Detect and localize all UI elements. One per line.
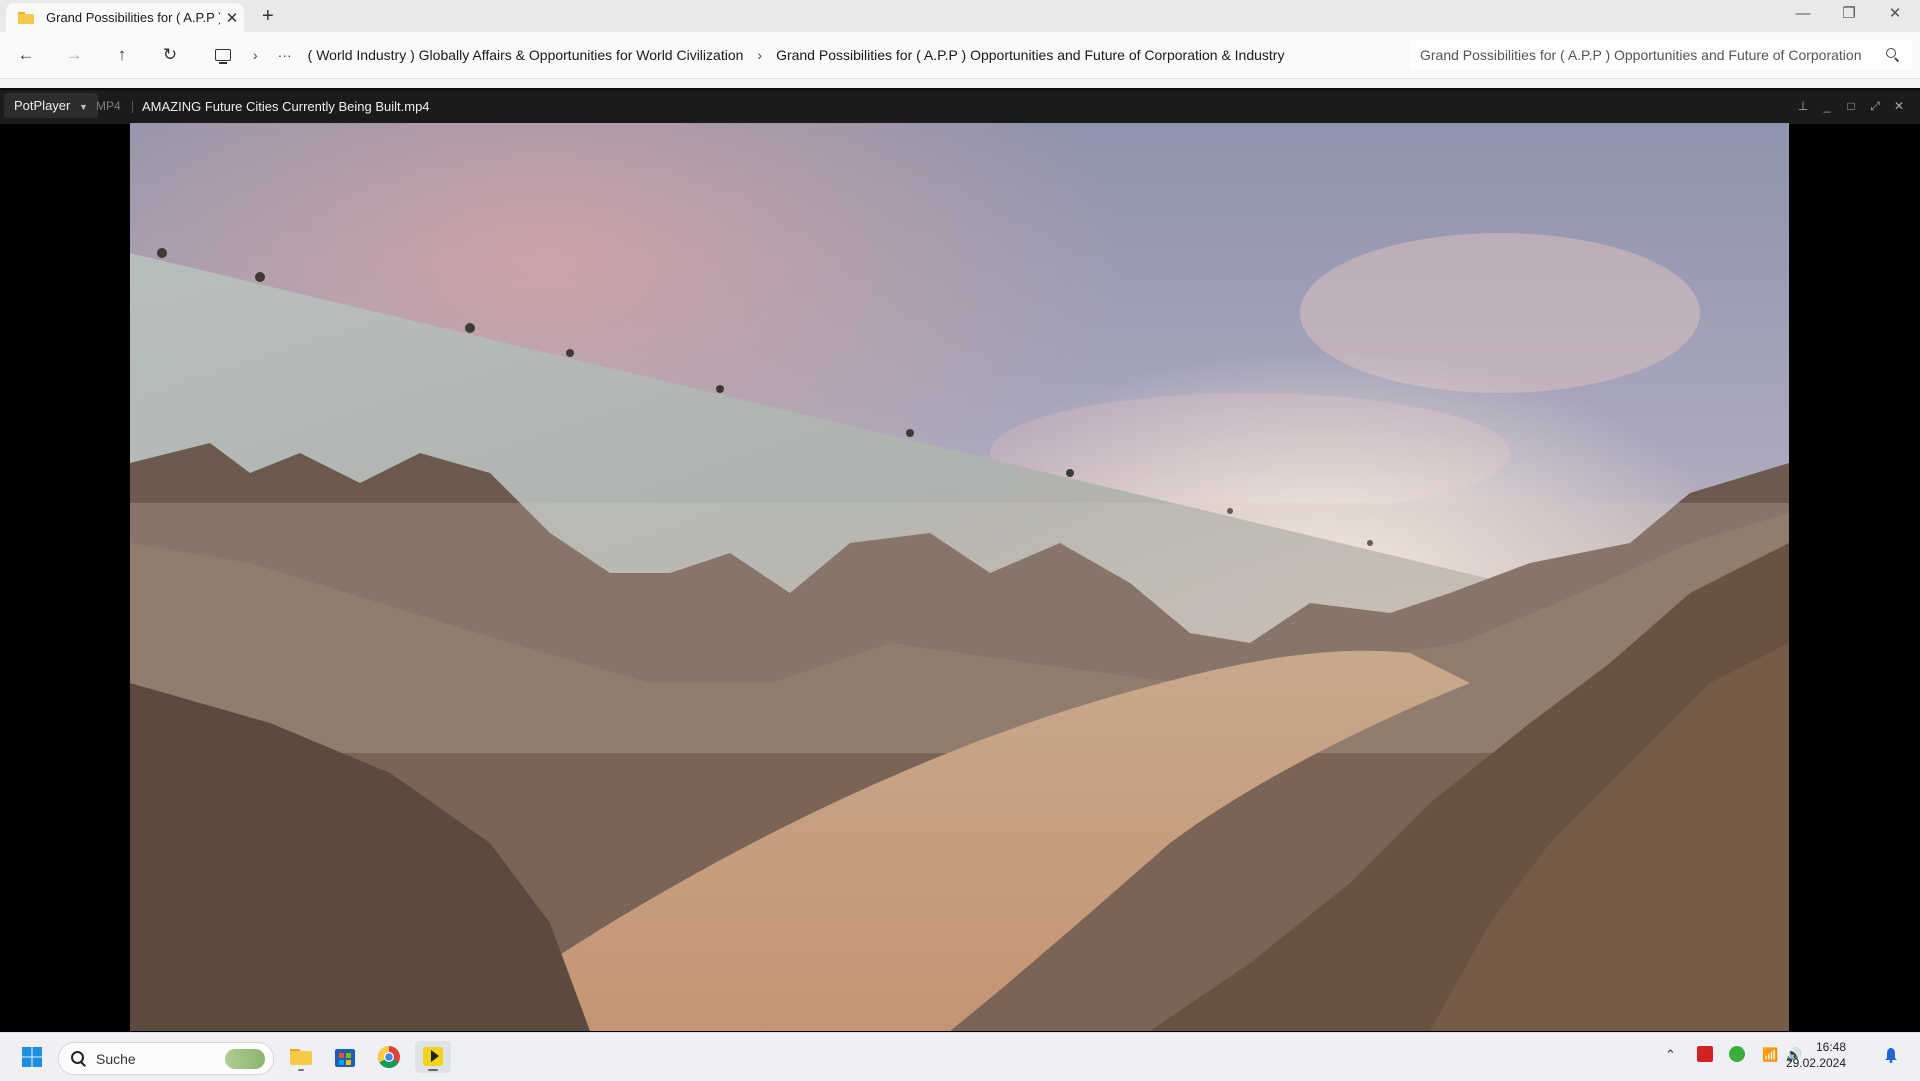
chrome-logo-icon [378,1046,400,1068]
address-bar[interactable]: › ··· ( World Industry ) Globally Affair… [200,40,1400,70]
search-input[interactable]: Grand Possibilities for ( A.P.P ) Opport… [1410,40,1912,70]
store-bag-icon [335,1049,355,1067]
player-titlebar: PotPlayer ▼ MP4 AMAZING Future Cities Cu… [0,88,1920,124]
potplayer-window: PotPlayer ▼ MP4 AMAZING Future Cities Cu… [0,88,1920,1032]
tab-title: Grand Possibilities for ( A.P.P ) [46,10,220,25]
file-name: AMAZING Future Cities Currently Being Bu… [142,99,430,114]
file-format-label: MP4 [96,99,121,113]
breadcrumb-item[interactable]: Grand Possibilities for ( A.P.P ) Opport… [776,47,1284,63]
back-arrow-icon[interactable]: ← [12,42,40,68]
taskbar-search[interactable]: Suche [58,1042,274,1075]
clock-time: 16:48 [1815,1040,1846,1054]
folder-icon [290,1049,312,1071]
search-highlight-icon [225,1048,265,1069]
explorer-navbar: ← → ↑ ↻ › ··· ( World Industry ) Globall… [0,32,1920,79]
microsoft-store-icon[interactable] [327,1041,363,1073]
close-window-icon[interactable]: ✕ [1872,0,1918,30]
clock[interactable]: 16:48 29.02.2024 [1760,1039,1846,1071]
explorer-tab[interactable]: Grand Possibilities for ( A.P.P ) ✕ [6,3,244,32]
fullscreen-icon[interactable]: ⤢ [1864,96,1886,116]
divider [132,101,133,113]
chevron-down-icon: ▼ [79,102,88,112]
search-icon[interactable] [1886,48,1900,62]
computer-icon[interactable] [215,49,231,64]
maximize-icon[interactable]: □ [1840,96,1862,116]
potplayer-logo-icon [423,1047,443,1071]
chevron-right-icon[interactable]: › [757,47,762,63]
tab-close-icon[interactable]: ✕ [220,9,244,27]
more-dots-icon[interactable]: ··· [278,47,292,63]
chevron-right-icon[interactable]: › [253,47,258,63]
taskbar: Suche ⌃ 📶 🔊 16:48 29.02.2024 [0,1032,1920,1081]
chevron-up-icon[interactable]: ⌃ [1665,1047,1676,1063]
chrome-icon[interactable] [371,1041,407,1073]
potplayer-taskbar-icon[interactable] [415,1041,451,1073]
search-icon [71,1051,86,1066]
minimize-icon[interactable]: _ [1816,96,1838,116]
breadcrumb-item[interactable]: ( World Industry ) Globally Affairs & Op… [308,47,744,63]
refresh-icon[interactable]: ↻ [156,42,184,68]
search-text: Grand Possibilities for ( A.P.P ) Opport… [1420,47,1862,63]
up-arrow-icon[interactable]: ↑ [108,42,136,68]
new-tab-button[interactable]: + [262,5,274,28]
app-tray-icon[interactable] [1697,1046,1713,1062]
video-scene-image [130,123,1789,1031]
file-explorer-icon[interactable] [283,1041,319,1073]
explorer-titlebar: Grand Possibilities for ( A.P.P ) ✕ + — … [0,0,1920,32]
close-icon[interactable]: ✕ [1888,96,1910,116]
restore-icon[interactable]: ❐ [1826,0,1872,30]
folder-icon [18,11,34,24]
notification-bell-icon[interactable] [1884,1047,1898,1063]
minimize-icon[interactable]: — [1780,0,1826,30]
windows-logo-icon [22,1047,42,1067]
player-name: PotPlayer [14,98,71,113]
video-frame[interactable] [130,123,1789,1031]
security-check-icon[interactable] [1729,1046,1745,1062]
pin-icon[interactable]: ⊥ [1792,96,1814,116]
forward-arrow-icon[interactable]: → [60,42,88,68]
taskbar-search-label: Suche [96,1050,136,1067]
clock-date: 29.02.2024 [1785,1056,1846,1070]
player-menu-button[interactable]: PotPlayer ▼ [4,93,98,118]
start-button[interactable] [14,1041,50,1073]
